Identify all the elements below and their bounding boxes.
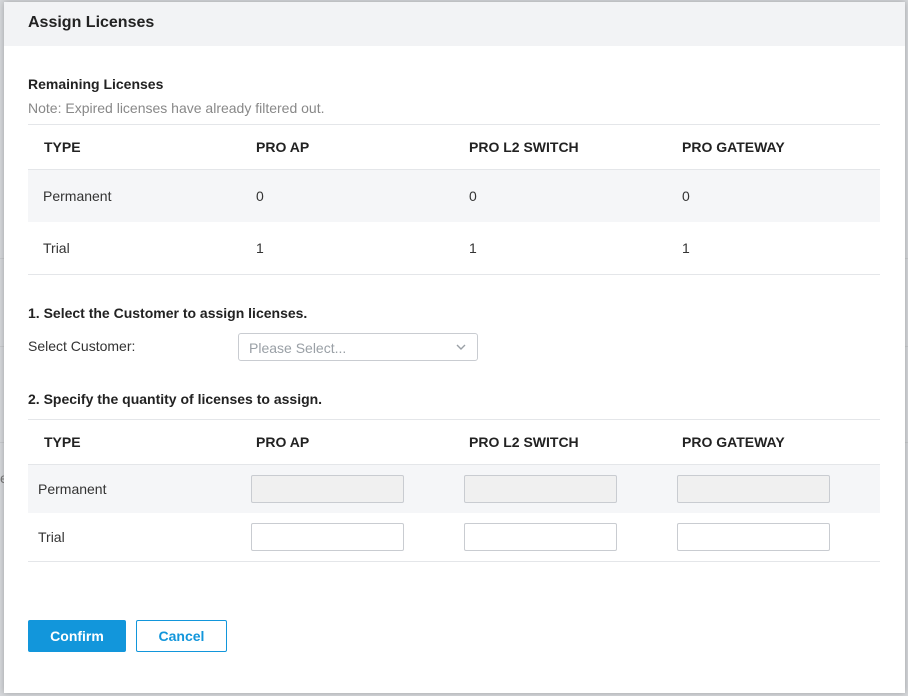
chevron-down-icon — [456, 344, 466, 350]
trial-pro-ap-input[interactable] — [251, 523, 404, 551]
row-pro-ap: 1 — [256, 240, 264, 256]
row-pro-ap: 0 — [256, 188, 264, 204]
column-header-pro-ap: PRO AP — [256, 434, 310, 450]
customer-select[interactable]: Please Select... — [238, 333, 478, 361]
step1-heading: 1. Select the Customer to assign license… — [28, 305, 308, 321]
table-row: Trial 1 1 1 — [28, 222, 880, 275]
remaining-licenses-table: TYPE PRO AP PRO L2 SWITCH PRO GATEWAY Pe… — [28, 124, 880, 275]
expired-note: Note: Expired licenses have already filt… — [28, 100, 325, 116]
table-row-permanent: Permanent — [28, 465, 880, 513]
trial-pro-gateway-input[interactable] — [677, 523, 830, 551]
table-header-row: TYPE PRO AP PRO L2 SWITCH PRO GATEWAY — [28, 124, 880, 170]
table-header-row: TYPE PRO AP PRO L2 SWITCH PRO GATEWAY — [28, 419, 880, 465]
cancel-button[interactable]: Cancel — [136, 620, 227, 652]
column-header-pro-l2-switch: PRO L2 SWITCH — [469, 139, 579, 155]
row-pro-gateway: 1 — [682, 240, 690, 256]
select-customer-label: Select Customer: — [28, 338, 136, 354]
permanent-pro-gateway-input[interactable] — [677, 475, 830, 503]
customer-select-placeholder: Please Select... — [249, 340, 347, 356]
remaining-licenses-heading: Remaining Licenses — [28, 76, 164, 92]
row-pro-l2-switch: 1 — [469, 240, 477, 256]
row-type: Trial — [38, 529, 65, 545]
assign-quantity-table: TYPE PRO AP PRO L2 SWITCH PRO GATEWAY Pe… — [28, 419, 880, 562]
column-header-type: TYPE — [44, 139, 81, 155]
table-row-trial: Trial — [28, 513, 880, 562]
row-type: Trial — [43, 240, 70, 256]
step2-heading: 2. Specify the quantity of licenses to a… — [28, 391, 323, 407]
permanent-pro-ap-input[interactable] — [251, 475, 404, 503]
column-header-pro-gateway: PRO GATEWAY — [682, 434, 785, 450]
dialog-header: Assign Licenses — [4, 2, 905, 46]
column-header-pro-l2-switch: PRO L2 SWITCH — [469, 434, 579, 450]
trial-pro-l2-switch-input[interactable] — [464, 523, 617, 551]
confirm-button[interactable]: Confirm — [28, 620, 126, 652]
row-pro-l2-switch: 0 — [469, 188, 477, 204]
column-header-pro-ap: PRO AP — [256, 139, 310, 155]
row-type: Permanent — [43, 188, 112, 204]
table-row: Permanent 0 0 0 — [28, 170, 880, 222]
row-pro-gateway: 0 — [682, 188, 690, 204]
column-header-type: TYPE — [44, 434, 81, 450]
assign-licenses-dialog: Assign Licenses Remaining Licenses Note:… — [4, 2, 905, 693]
dialog-title: Assign Licenses — [28, 14, 155, 31]
row-type: Permanent — [38, 481, 107, 497]
permanent-pro-l2-switch-input[interactable] — [464, 475, 617, 503]
column-header-pro-gateway: PRO GATEWAY — [682, 139, 785, 155]
